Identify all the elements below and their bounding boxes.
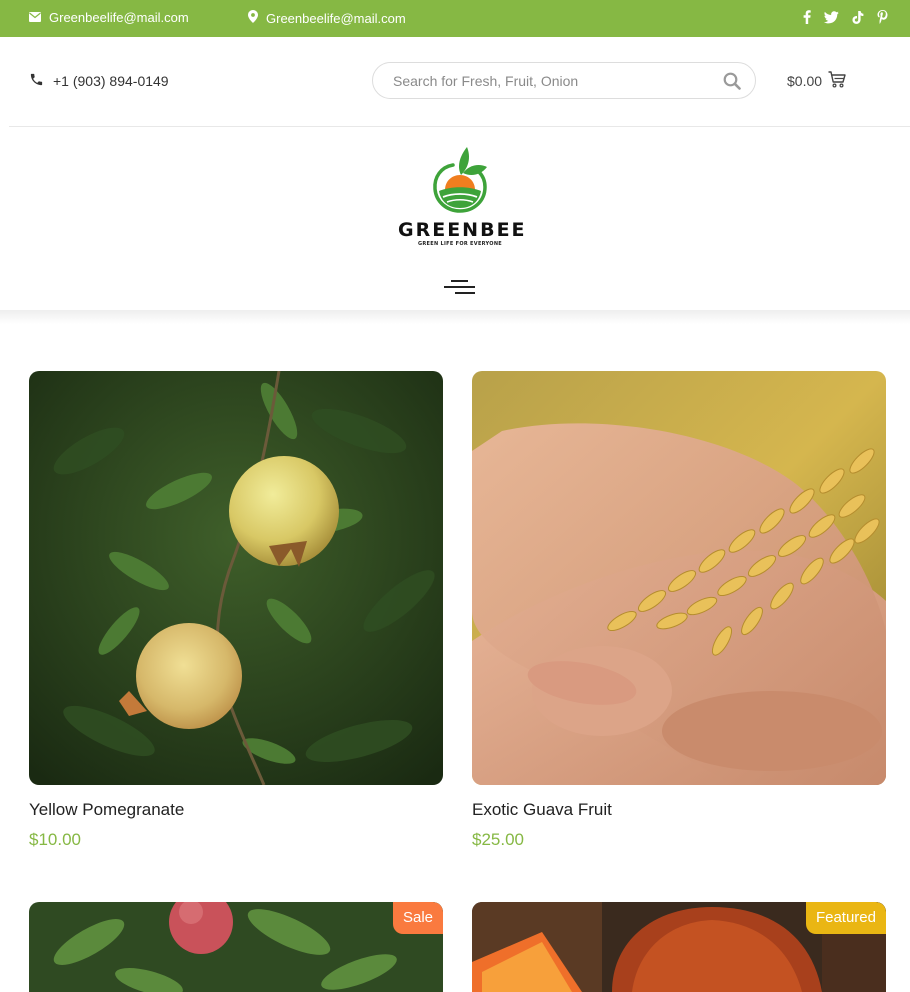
header-divider [9, 126, 910, 127]
topbar-location[interactable]: Greenbeelife@mail.com [248, 10, 406, 26]
sale-badge: Sale [392, 902, 443, 934]
menu-toggle-button[interactable] [444, 279, 475, 295]
top-bar: Greenbeelife@mail.com Greenbeelife@mail.… [0, 0, 910, 37]
cart-icon [828, 71, 846, 91]
twitter-icon[interactable] [824, 10, 839, 24]
product-image[interactable] [472, 371, 886, 785]
pinterest-icon[interactable] [877, 10, 888, 24]
cart-total: $0.00 [787, 73, 823, 89]
hamburger-icon-line-top [451, 280, 468, 282]
logo-mark-icon [433, 147, 487, 213]
topbar-email[interactable]: Greenbeelife@mail.com [29, 10, 189, 25]
product-name[interactable]: Yellow Pomegranate [29, 800, 184, 820]
product-price: $25.00 [472, 830, 524, 849]
featured-badge: Featured [805, 902, 886, 934]
header: +1 (903) 894-0149 $0.00 [0, 37, 910, 127]
phone-contact[interactable]: +1 (903) 894-0149 [29, 72, 169, 90]
search-input[interactable] [393, 71, 703, 91]
product-name[interactable]: Exotic Guava Fruit [472, 800, 612, 820]
phone-icon [29, 72, 44, 90]
product-image[interactable]: Featured [472, 902, 886, 992]
map-pin-icon [248, 10, 258, 26]
cart-button[interactable]: $0.00 [787, 71, 846, 91]
header-shadow [0, 310, 910, 324]
social-links [803, 10, 888, 24]
topbar-email-text: Greenbeelife@mail.com [49, 10, 189, 25]
search-icon[interactable] [723, 72, 743, 92]
hamburger-icon-line-middle [444, 286, 475, 288]
brand-name: GREENBEE [398, 219, 527, 241]
product-price: $10.00 [29, 830, 81, 849]
product-image[interactable] [29, 371, 443, 785]
envelope-icon [29, 10, 41, 25]
hamburger-icon-line-bottom [455, 292, 475, 294]
search-bar [372, 62, 756, 99]
facebook-icon[interactable] [803, 10, 811, 24]
topbar-location-text: Greenbeelife@mail.com [266, 10, 406, 26]
product-image[interactable]: Sale [29, 902, 443, 992]
site-logo[interactable]: GREENBEE GREEN LIFE FOR EVERYONE [398, 145, 527, 251]
brand-tagline: GREEN LIFE FOR EVERYONE [417, 241, 503, 247]
phone-number: +1 (903) 894-0149 [53, 73, 169, 89]
tiktok-icon[interactable] [852, 10, 864, 24]
